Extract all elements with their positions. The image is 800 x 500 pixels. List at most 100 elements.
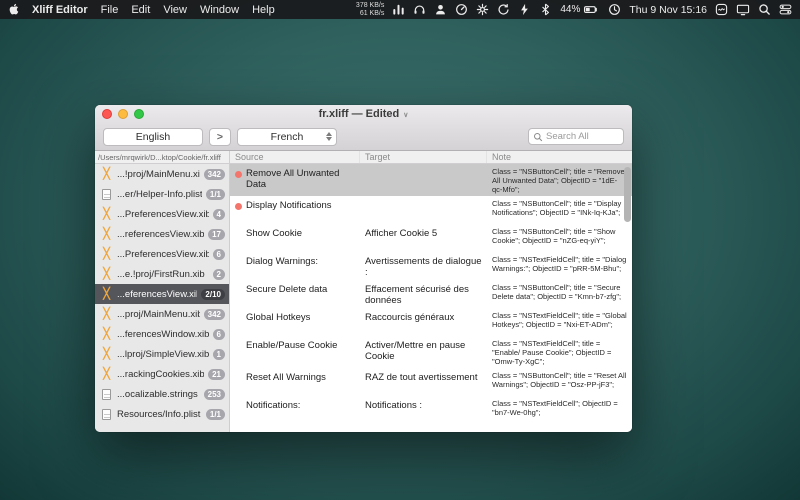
menu-window[interactable]: Window <box>200 4 239 16</box>
menu-help[interactable]: Help <box>252 4 275 16</box>
xib-file-icon: ╳ <box>100 229 113 240</box>
sidebar-item[interactable]: ╳...eferencesView.xib2/10 <box>95 284 229 304</box>
count-badge: 253 <box>204 389 225 400</box>
column-header-target[interactable]: Target <box>360 151 487 163</box>
sidebar-item[interactable]: ╳...rackingCookies.xib21 <box>95 364 229 384</box>
display-icon[interactable] <box>736 3 750 16</box>
note-cell: Class = "NSTextFieldCell"; title = "Dial… <box>487 252 632 280</box>
column-header-source[interactable]: Source <box>230 151 360 163</box>
search-field[interactable] <box>528 128 624 145</box>
file-name-label: ...er/Helper-Info.plist <box>117 189 202 200</box>
zoom-button[interactable] <box>134 109 144 119</box>
sidebar-item[interactable]: ...er/Helper-Info.plist1/1 <box>95 184 229 204</box>
table-row[interactable]: Reset All WarningsRAZ de tout avertissem… <box>230 368 632 396</box>
sidebar-item[interactable]: Resources/Info.plist 1/1 <box>95 404 229 424</box>
sidebar-item[interactable]: ╳...ferencesWindow.xib6 <box>95 324 229 344</box>
target-cell: Raccourcis généraux <box>360 308 487 336</box>
note-cell: Class = "NSTextFieldCell"; ObjectID = "b… <box>487 396 632 424</box>
file-name-label: ...lproj/SimpleView.xib <box>117 349 209 360</box>
toolbar: English > French <box>95 123 632 151</box>
chart-bars-icon[interactable] <box>392 3 405 16</box>
search-icon <box>533 132 543 142</box>
battery-percent-label: 44% <box>560 4 580 15</box>
battery-icon <box>583 3 600 16</box>
battery-status[interactable]: 44% <box>560 3 600 16</box>
sidebar-item[interactable]: ╳...referencesView.xib17 <box>95 224 229 244</box>
sidebar-item[interactable]: ╳...lproj/SimpleView.xib1 <box>95 344 229 364</box>
network-speed-status[interactable]: 378 KB/s 61 KB/s <box>356 2 384 18</box>
note-cell: Class = "NSButtonCell"; title = "Show Co… <box>487 224 632 252</box>
table-row[interactable]: Notifications:Notifications :Class = "NS… <box>230 396 632 424</box>
target-cell <box>360 196 487 224</box>
menu-edit[interactable]: Edit <box>131 4 150 16</box>
headphones-icon[interactable] <box>413 3 426 16</box>
menu-view[interactable]: View <box>163 4 187 16</box>
spotlight-icon[interactable] <box>758 3 771 16</box>
sync-icon[interactable] <box>497 3 510 16</box>
target-cell: Notifications : <box>360 396 487 424</box>
target-cell: Effacement sécurisé des données <box>360 280 487 308</box>
title-chevron-icon: ∨ <box>403 112 408 119</box>
next-arrow-button[interactable]: > <box>209 128 231 146</box>
file-name-label: ...referencesView.xib <box>117 229 204 240</box>
sidebar-item[interactable]: ╳...PreferencesView.xib6 <box>95 244 229 264</box>
chevron-updown-icon <box>326 132 332 141</box>
user-icon[interactable] <box>434 3 447 16</box>
source-cell: Show Cookie <box>230 224 360 252</box>
table-row[interactable]: Secure Delete dataEffacement sécurisé de… <box>230 280 632 308</box>
bluetooth-icon[interactable] <box>539 3 552 16</box>
table-row[interactable]: Remove All Unwanted DataClass = "NSButto… <box>230 164 632 196</box>
table-row[interactable]: Global HotkeysRaccourcis générauxClass =… <box>230 308 632 336</box>
note-cell: Class = "NSButtonCell"; title = "Reset A… <box>487 368 632 396</box>
apple-menu-icon[interactable] <box>8 3 19 16</box>
menu-file[interactable]: File <box>101 4 119 16</box>
sidebar-item[interactable]: ╳...proj/MainMenu.xib342 <box>95 304 229 324</box>
xib-file-icon: ╳ <box>100 349 113 360</box>
search-input[interactable] <box>546 131 618 142</box>
count-badge: 1/1 <box>206 409 225 420</box>
table-row[interactable]: Dialog Warnings:Avertissements de dialog… <box>230 252 632 280</box>
source-cell: Remove All Unwanted Data <box>230 164 360 196</box>
column-header-note[interactable]: Note <box>487 151 632 163</box>
file-name-label: ...eferencesView.xib <box>117 289 197 300</box>
close-button[interactable] <box>102 109 112 119</box>
file-name-label: Resources/Info.plist <box>117 409 202 420</box>
clock-icon[interactable] <box>608 3 621 16</box>
menu-datetime[interactable]: Thu 9 Nov 15:16 <box>629 4 707 16</box>
xib-file-icon: ╳ <box>100 369 113 380</box>
window-title-text: fr.xliff — Edited <box>319 108 400 120</box>
untranslated-dot-icon <box>235 171 242 178</box>
table-row[interactable]: Show CookieAfficher Cookie 5Class = "NSB… <box>230 224 632 252</box>
gear-icon[interactable] <box>476 3 489 16</box>
sidebar-item[interactable]: ╳...e.!proj/FirstRun.xib2 <box>95 264 229 284</box>
gauge-icon[interactable] <box>455 3 468 16</box>
window-titlebar[interactable]: fr.xliff — Edited∨ <box>95 105 632 123</box>
xib-file-icon: ╳ <box>100 269 113 280</box>
count-badge: 4 <box>213 209 225 220</box>
app-menu-title[interactable]: Xliff Editor <box>32 4 88 16</box>
sidebar-item[interactable]: ╳...!proj/MainMenu.xib342 <box>95 164 229 184</box>
table-row[interactable]: Display NotificationsClass = "NSButtonCe… <box>230 196 632 224</box>
source-cell: Global Hotkeys <box>230 308 360 336</box>
table-row[interactable]: Enable/Pause CookieActiver/Mettre en pau… <box>230 336 632 368</box>
minimize-button[interactable] <box>118 109 128 119</box>
bolt-icon[interactable] <box>518 3 531 16</box>
plist-file-icon <box>100 189 113 200</box>
net-up-label: 378 KB/s <box>356 2 384 10</box>
file-name-label: ...proj/MainMenu.xib <box>117 309 200 320</box>
control-center-icon[interactable] <box>779 3 792 16</box>
desktop: Xliff Editor File Edit View Window Help 378 … <box>0 0 800 500</box>
target-cell: RAZ de tout avertissement <box>360 368 487 396</box>
xib-file-icon: ╳ <box>100 309 113 320</box>
target-cell: Afficher Cookie 5 <box>360 224 487 252</box>
untranslated-dot-icon <box>235 203 242 210</box>
scrollbar-thumb[interactable] <box>624 167 631 222</box>
file-name-label: ...e.!proj/FirstRun.xib <box>117 269 209 280</box>
file-name-label: ...!proj/MainMenu.xib <box>117 169 200 180</box>
siri-icon[interactable] <box>715 3 728 16</box>
sidebar-item[interactable]: ╳...PreferencesView.xib4 <box>95 204 229 224</box>
sidebar-item[interactable]: ...ocalizable.strings253 <box>95 384 229 404</box>
source-language-button[interactable]: English <box>103 128 203 146</box>
file-name-label: ...PreferencesView.xib <box>117 249 209 260</box>
target-language-select[interactable]: French <box>237 128 337 146</box>
